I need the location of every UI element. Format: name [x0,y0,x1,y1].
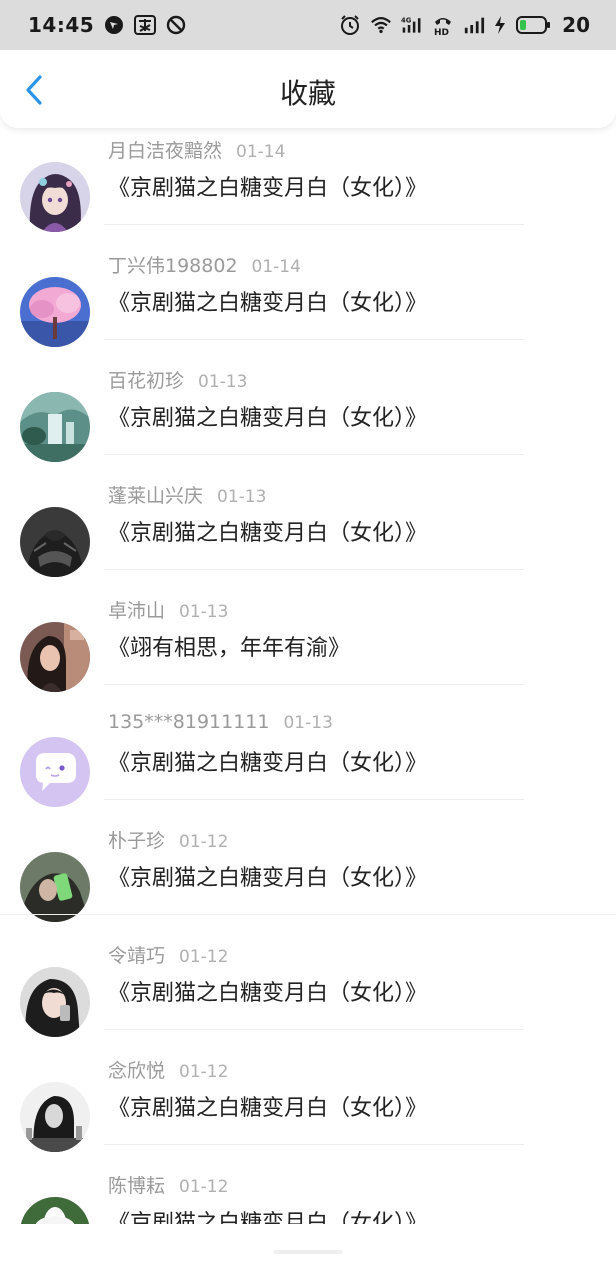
list-item[interactable]: 卓沛山 01-13 《翊有相思，年年有渝》 [0,588,616,703]
user-name: 卓沛山 [108,600,166,622]
avatar [20,622,90,692]
page-title: 收藏 [279,77,336,110]
avatar [20,852,90,922]
list-item[interactable]: 百花初珍 01-13 《京剧猫之白糖变月白（女化）》 [0,358,616,473]
item-meta: 念欣悦 01-12 [108,1056,228,1083]
divider [104,569,524,570]
item-date: 01-12 [179,947,229,967]
list-item[interactable]: 135***81911111 01-13 《京剧猫之白糖变月白（女化）》 [0,703,616,818]
item-title: 《京剧猫之白糖变月白（女化）》 [108,866,428,891]
item-meta: 丁兴伟198802 01-14 [108,251,301,278]
item-meta: 蓬莱山兴庆 01-13 [108,481,266,508]
avatar [20,507,90,577]
divider [104,224,524,225]
user-name: 陈博耘 [108,1175,166,1197]
item-meta: 朴子珍 01-12 [108,826,228,853]
user-name: 135***81911111 [108,711,270,733]
hd-call-icon: HD [432,14,454,36]
status-bar-left: 14:45 [28,13,187,37]
user-name: 月白洁夜黯然 [108,140,223,162]
item-date: 01-13 [179,602,229,622]
item-date: 01-13 [283,713,333,733]
4g-signal-icon: 4G [401,14,423,36]
divider [104,454,524,455]
favorites-list: 月白洁夜黯然 01-14 《京剧猫之白糖变月白（女化）》 丁兴伟198802 01-… [0,128,616,1224]
avatar [20,1082,90,1152]
item-meta: 卓沛山 01-13 [108,596,228,623]
navigation-app-icon [103,14,125,36]
avatar [20,1197,90,1224]
item-title: 《翊有相思，年年有渝》 [108,636,351,661]
charging-icon [494,14,506,36]
svg-text:HD: HD [434,28,449,36]
item-title: 《京剧猫之白糖变月白（女化）》 [108,291,428,316]
app-notification-icon [134,14,157,36]
list-item[interactable]: 蓬莱山兴庆 01-13 《京剧猫之白糖变月白（女化）》 [0,473,616,588]
item-meta: 月白洁夜黯然 01-14 [108,136,285,163]
divider [104,799,524,800]
item-date: 01-12 [179,1177,229,1197]
avatar [20,277,90,347]
item-title: 《京剧猫之白糖变月白（女化）》 [108,406,428,431]
user-name: 朴子珍 [108,830,166,852]
battery-level: 20 [562,13,590,37]
avatar [20,737,90,807]
avatar [20,392,90,462]
item-date: 01-13 [198,372,248,392]
item-date: 01-14 [251,257,301,277]
item-title: 《京剧猫之白糖变月白（女化）》 [108,521,428,546]
do-not-disturb-icon [165,14,187,36]
user-name: 念欣悦 [108,1060,166,1082]
item-meta: 陈博耘 01-12 [108,1171,228,1198]
item-title: 《京剧猫之白糖变月白（女化）》 [108,981,428,1006]
divider [104,1144,524,1145]
home-indicator[interactable] [274,1250,342,1254]
user-name: 百花初珍 [108,370,185,392]
svg-text:4G: 4G [401,16,412,24]
status-bar-right: 4G HD 20 [339,13,590,37]
list-item[interactable]: 朴子珍 01-12 《京剧猫之白糖变月白（女化）》 [0,818,616,933]
item-title: 《京剧猫之白糖变月白（女化）》 [108,1096,428,1121]
item-date: 01-13 [217,487,267,507]
list-item[interactable]: 令靖巧 01-12 《京剧猫之白糖变月白（女化）》 [0,933,616,1048]
divider [104,339,524,340]
divider [104,1029,524,1030]
wifi-icon [370,14,392,36]
item-meta: 令靖巧 01-12 [108,941,228,968]
list-item[interactable]: 念欣悦 01-12 《京剧猫之白糖变月白（女化）》 [0,1048,616,1163]
item-date: 01-12 [179,1062,229,1082]
list-item[interactable]: 陈博耘 01-12 《京剧猫之白糖变月白（女化）》 [0,1163,616,1224]
user-name: 令靖巧 [108,945,166,967]
list-item[interactable]: 月白洁夜黯然 01-14 《京剧猫之白糖变月白（女化）》 [0,128,616,243]
avatar [20,967,90,1037]
avatar [20,162,90,232]
user-name: 蓬莱山兴庆 [108,485,204,507]
status-time: 14:45 [28,13,95,37]
item-meta: 百花初珍 01-13 [108,366,247,393]
item-meta: 135***81911111 01-13 [108,711,333,733]
item-date: 01-14 [236,142,286,162]
alarm-icon [339,14,361,36]
item-title: 《京剧猫之白糖变月白（女化）》 [108,751,428,776]
item-title: 《京剧猫之白糖变月白（女化）》 [108,1211,428,1224]
signal-icon [463,14,485,36]
list-item[interactable]: 丁兴伟198802 01-14 《京剧猫之白糖变月白（女化）》 [0,243,616,358]
item-date: 01-12 [179,832,229,852]
status-bar: 14:45 4G HD 20 [0,0,616,50]
battery-icon [515,14,551,36]
item-title: 《京剧猫之白糖变月白（女化）》 [108,176,428,201]
user-name: 丁兴伟198802 [108,255,238,277]
divider [104,684,524,685]
nav-header: 收藏 [0,50,616,128]
section-divider [0,914,616,915]
